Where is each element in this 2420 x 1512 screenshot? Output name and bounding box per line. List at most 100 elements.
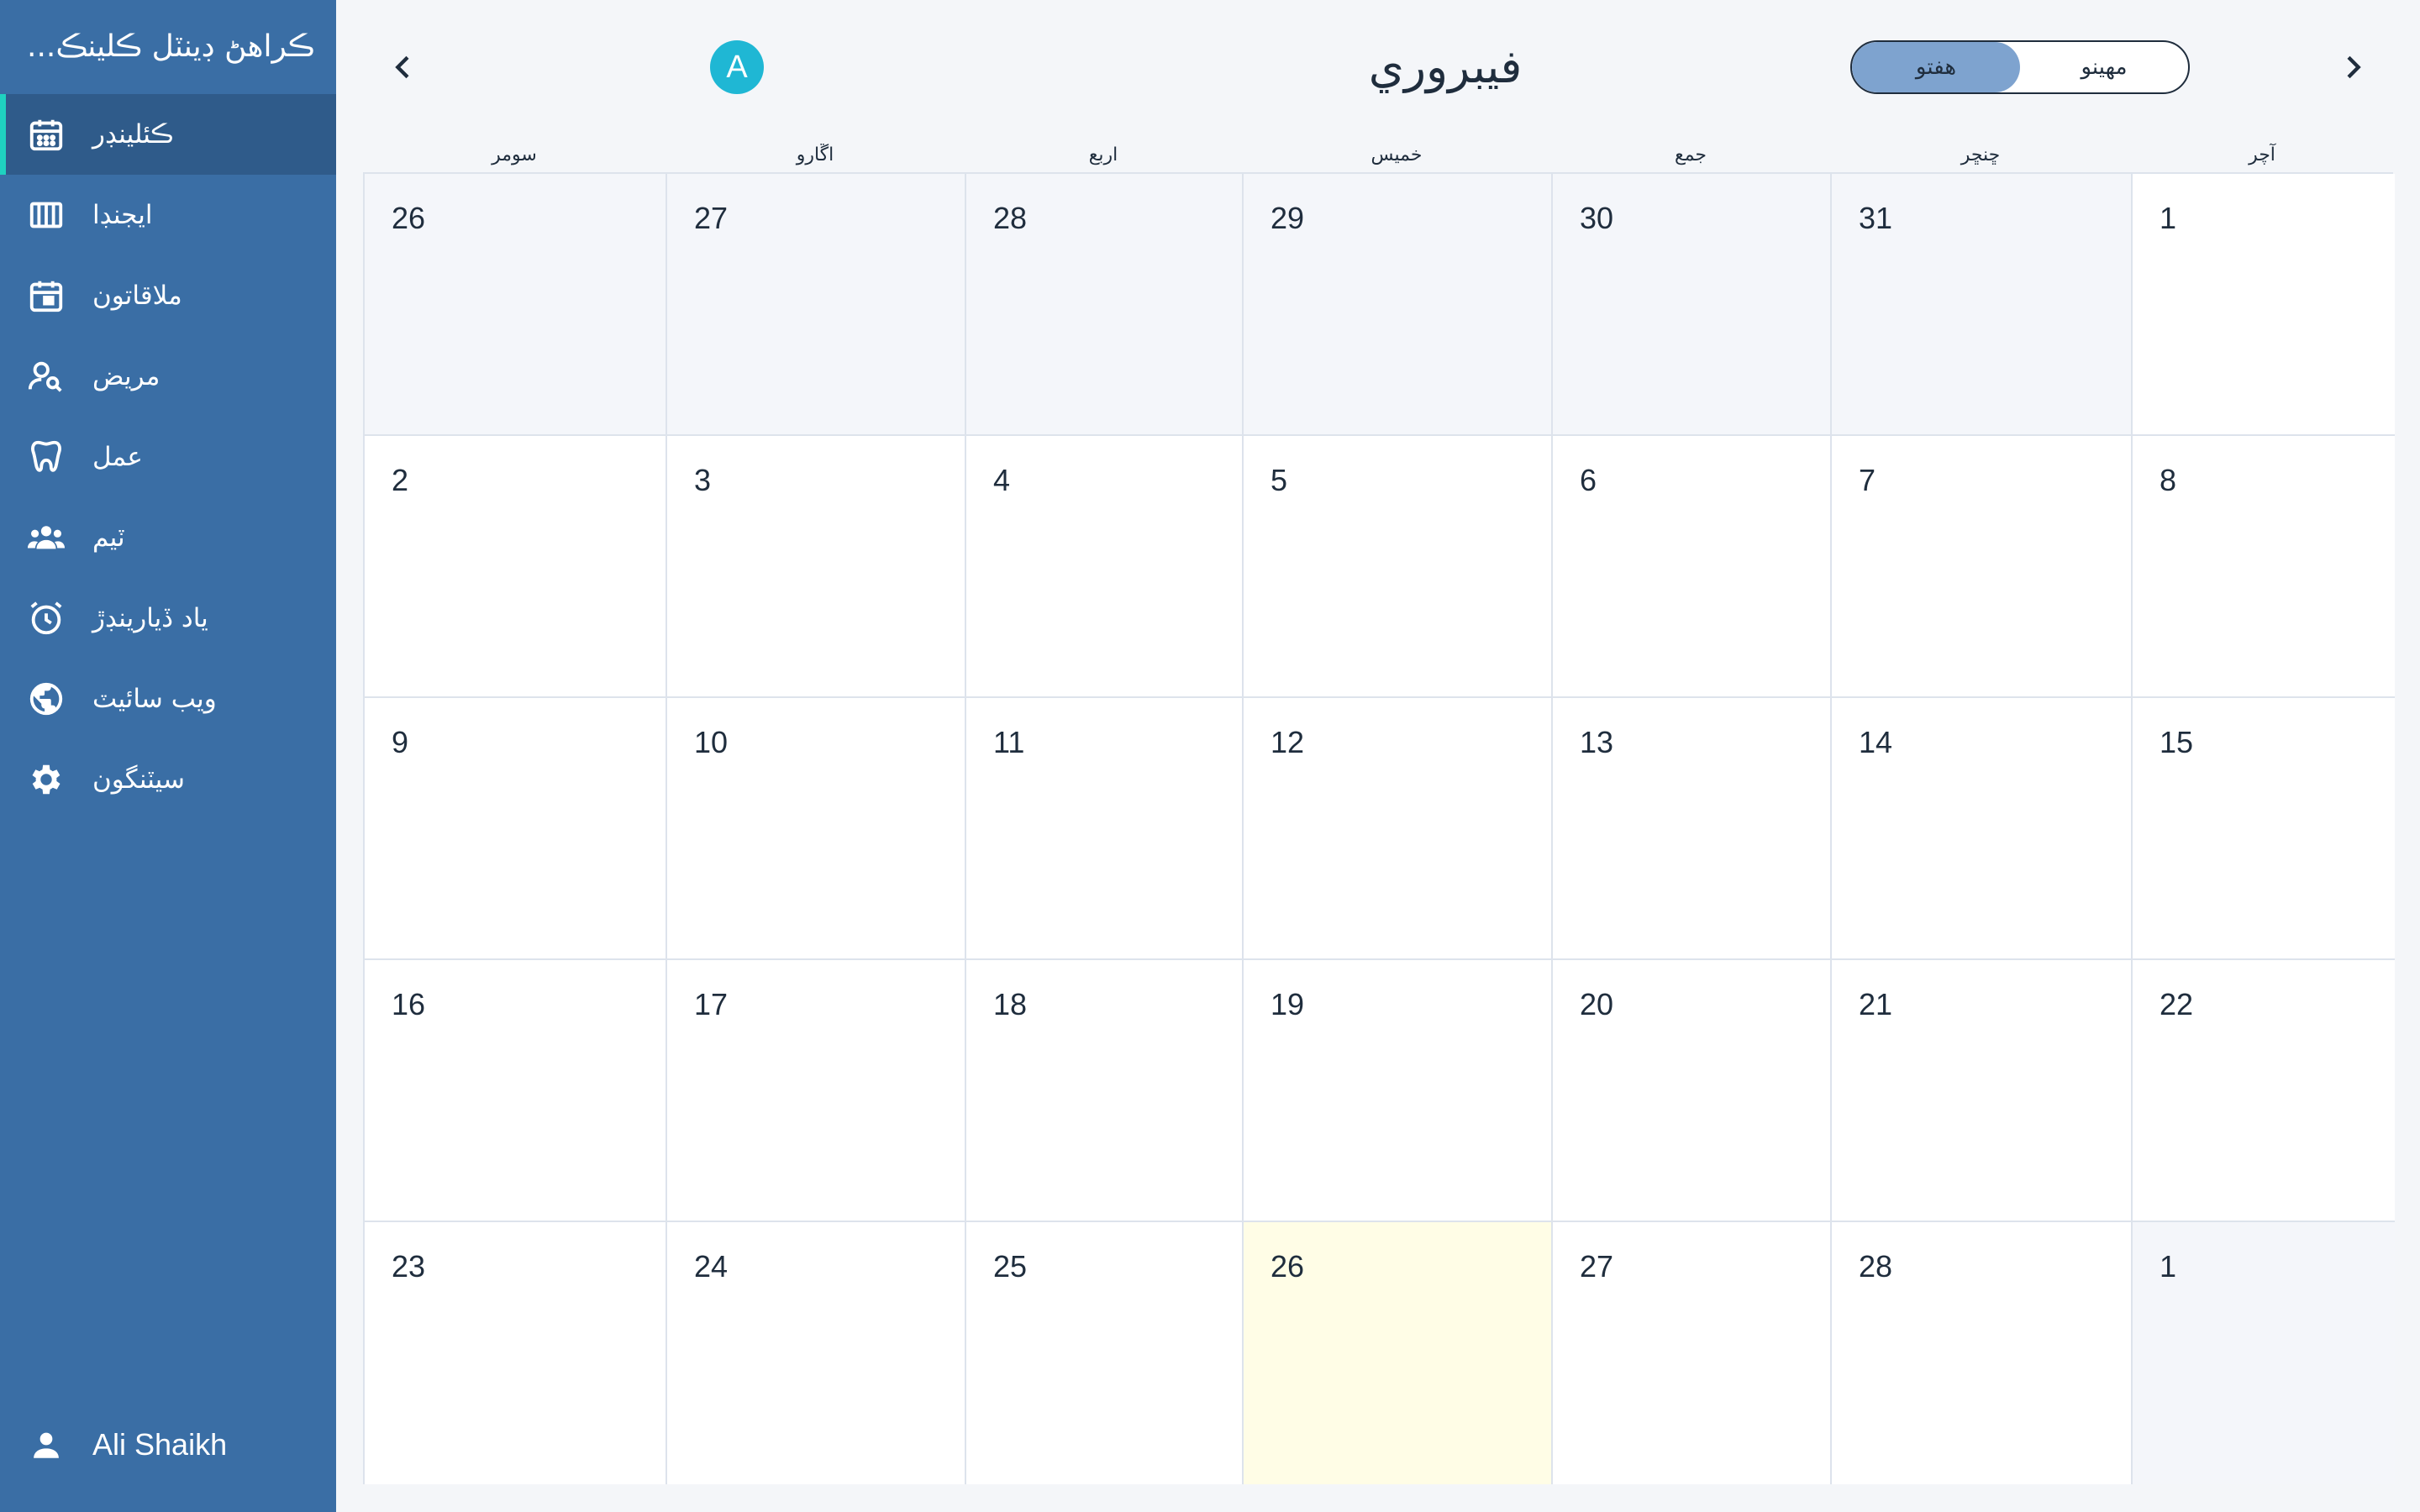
- weekday-label: جمع: [1674, 144, 1707, 165]
- day-cell[interactable]: 5: [1244, 436, 1553, 698]
- avatar[interactable]: A: [710, 40, 764, 94]
- day-cell[interactable]: 27: [667, 174, 966, 436]
- month-view-button[interactable]: مهينو: [2020, 42, 2188, 92]
- day-number: 23: [392, 1249, 426, 1284]
- view-toggle: هفتو مهينو: [1850, 40, 2190, 94]
- day-cell-today[interactable]: 26: [1244, 1222, 1553, 1484]
- tooth-icon: [25, 436, 67, 478]
- day-cell[interactable]: 2: [365, 436, 667, 698]
- day-number: 21: [1859, 987, 1893, 1021]
- day-number: 13: [1580, 725, 1614, 759]
- user-name: Ali Shaikh: [92, 1427, 228, 1462]
- day-number: 31: [1859, 201, 1893, 235]
- day-number: 7: [1859, 463, 1876, 497]
- day-number: 29: [1270, 201, 1305, 235]
- day-cell[interactable]: 1: [2133, 174, 2395, 436]
- day-number: 26: [392, 201, 426, 235]
- sidebar-item-team[interactable]: ٽيم: [0, 497, 336, 578]
- day-cell[interactable]: 26: [365, 174, 667, 436]
- sidebar-item-patients[interactable]: مريض: [0, 336, 336, 417]
- next-month-button[interactable]: [2328, 42, 2378, 92]
- day-cell[interactable]: 20: [1553, 960, 1832, 1222]
- calendar-grid: 26 27 28 29 30 31 1 2 3 4 5 6 7 8 9 10 11 12 13 14 15 16 17 18 1…: [363, 172, 2395, 1484]
- team-icon: [25, 517, 67, 559]
- week-view-button[interactable]: هفتو: [1852, 42, 2020, 92]
- sidebar-item-label: مريض: [92, 361, 160, 391]
- day-cell[interactable]: 3: [667, 436, 966, 698]
- patient-search-icon: [25, 355, 67, 397]
- agenda-icon: [25, 194, 67, 236]
- day-cell[interactable]: 22: [2133, 960, 2395, 1222]
- day-number: 15: [2160, 725, 2194, 759]
- sidebar-item-settings[interactable]: سيٽنگون: [0, 739, 336, 820]
- day-number: 1: [2160, 201, 2177, 235]
- day-cell[interactable]: 31: [1832, 174, 2133, 436]
- weekday-label: آچر: [2249, 144, 2275, 165]
- day-cell[interactable]: 12: [1244, 698, 1553, 960]
- day-cell[interactable]: 21: [1832, 960, 2133, 1222]
- day-number: 27: [1580, 1249, 1614, 1284]
- day-number: 26: [1270, 1249, 1305, 1284]
- sidebar: ...ڪراهڻ ڊينٽل ڪلينڪ ڪئلينڊر ايجنڊا ملاق…: [0, 0, 336, 1512]
- day-number: 18: [993, 987, 1028, 1021]
- month-title: فيبروري: [1368, 40, 1523, 93]
- weekday-label: سومر: [492, 144, 537, 165]
- day-number: 14: [1859, 725, 1893, 759]
- day-number: 2: [392, 463, 409, 497]
- sidebar-item-appointments[interactable]: ملاقاتون: [0, 255, 336, 336]
- day-cell[interactable]: 28: [966, 174, 1244, 436]
- day-number: 20: [1580, 987, 1614, 1021]
- day-number: 30: [1580, 201, 1614, 235]
- day-cell[interactable]: 1: [2133, 1222, 2395, 1484]
- day-cell[interactable]: 25: [966, 1222, 1244, 1484]
- day-number: 25: [993, 1249, 1028, 1284]
- appointment-icon: [25, 275, 67, 317]
- weekday-header-row: سومر اڱارو اربع خميس جمع ڇنڇر آچر: [363, 139, 2393, 172]
- day-cell[interactable]: 4: [966, 436, 1244, 698]
- day-cell[interactable]: 8: [2133, 436, 2395, 698]
- day-cell[interactable]: 7: [1832, 436, 2133, 698]
- sidebar-item-agenda[interactable]: ايجنڊا: [0, 175, 336, 255]
- weekday-label: خميس: [1370, 144, 1423, 165]
- sidebar-item-procedures[interactable]: عمل: [0, 417, 336, 497]
- sidebar-item-label: عمل: [92, 442, 143, 472]
- day-cell[interactable]: 28: [1832, 1222, 2133, 1484]
- day-cell[interactable]: 18: [966, 960, 1244, 1222]
- day-number: 12: [1270, 725, 1305, 759]
- day-cell[interactable]: 11: [966, 698, 1244, 960]
- day-cell[interactable]: 23: [365, 1222, 667, 1484]
- sidebar-item-website[interactable]: ويب سائيٽ: [0, 659, 336, 739]
- day-cell[interactable]: 17: [667, 960, 966, 1222]
- day-cell[interactable]: 14: [1832, 698, 2133, 960]
- day-cell[interactable]: 13: [1553, 698, 1832, 960]
- day-cell[interactable]: 9: [365, 698, 667, 960]
- day-number: 6: [1580, 463, 1597, 497]
- weekday-label: اڱارو: [796, 144, 834, 165]
- sidebar-nav: ڪئلينڊر ايجنڊا ملاقاتون مريض عمل ٽيم ياد…: [0, 94, 336, 820]
- day-cell[interactable]: 27: [1553, 1222, 1832, 1484]
- day-number: 9: [392, 725, 409, 759]
- user-profile[interactable]: Ali Shaikh: [0, 1411, 336, 1478]
- day-cell[interactable]: 15: [2133, 698, 2395, 960]
- clinic-name[interactable]: ...ڪراهڻ ڊينٽل ڪلينڪ: [0, 0, 336, 92]
- day-cell[interactable]: 30: [1553, 174, 1832, 436]
- day-cell[interactable]: 10: [667, 698, 966, 960]
- calendar-icon: [25, 113, 67, 155]
- day-cell[interactable]: 6: [1553, 436, 1832, 698]
- sidebar-item-reminders[interactable]: ياد ڏيارينڊڙ: [0, 578, 336, 659]
- day-number: 28: [993, 201, 1028, 235]
- day-number: 11: [993, 725, 1025, 759]
- sidebar-item-calendar[interactable]: ڪئلينڊر: [0, 94, 336, 175]
- day-number: 10: [694, 725, 729, 759]
- weekday-label: ڇنڇر: [1960, 144, 2001, 165]
- day-cell[interactable]: 29: [1244, 174, 1553, 436]
- day-number: 16: [392, 987, 426, 1021]
- sidebar-item-label: سيٽنگون: [92, 764, 185, 795]
- sidebar-item-label: ياد ڏيارينڊڙ: [92, 603, 208, 633]
- day-number: 22: [2160, 987, 2194, 1021]
- prev-month-button[interactable]: [378, 42, 429, 92]
- day-cell[interactable]: 19: [1244, 960, 1553, 1222]
- day-cell[interactable]: 16: [365, 960, 667, 1222]
- chevron-left-icon: [395, 55, 409, 79]
- day-cell[interactable]: 24: [667, 1222, 966, 1484]
